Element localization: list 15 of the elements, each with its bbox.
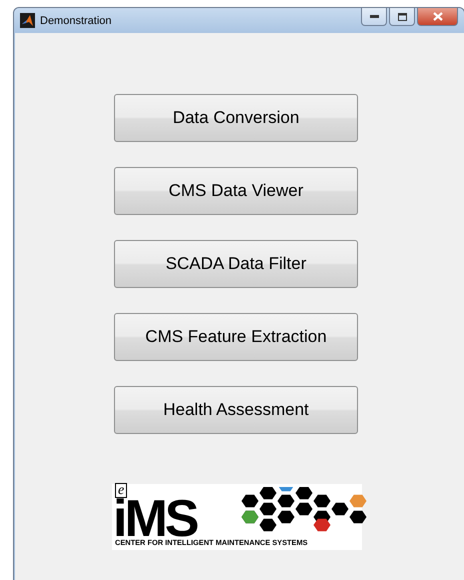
close-icon bbox=[432, 12, 442, 21]
menu-button[interactable]: CMS Feature Extraction bbox=[114, 313, 358, 361]
menu-button[interactable]: Health Assessment bbox=[114, 386, 358, 434]
menu-button[interactable]: CMS Data Viewer bbox=[114, 167, 358, 215]
menu-button[interactable]: Data Conversion bbox=[114, 94, 358, 142]
minimize-icon bbox=[370, 15, 378, 18]
logo-name: iMS bbox=[113, 500, 196, 538]
app-icon bbox=[20, 13, 35, 28]
menu-button[interactable]: SCADA Data Filter bbox=[114, 240, 358, 288]
window-title: Demonstration bbox=[40, 14, 112, 26]
minimize-button[interactable] bbox=[361, 8, 387, 26]
close-button[interactable] bbox=[417, 8, 458, 26]
maximize-icon bbox=[398, 12, 406, 20]
logo-prefix: e bbox=[115, 483, 128, 498]
maximize-button[interactable] bbox=[389, 8, 415, 26]
